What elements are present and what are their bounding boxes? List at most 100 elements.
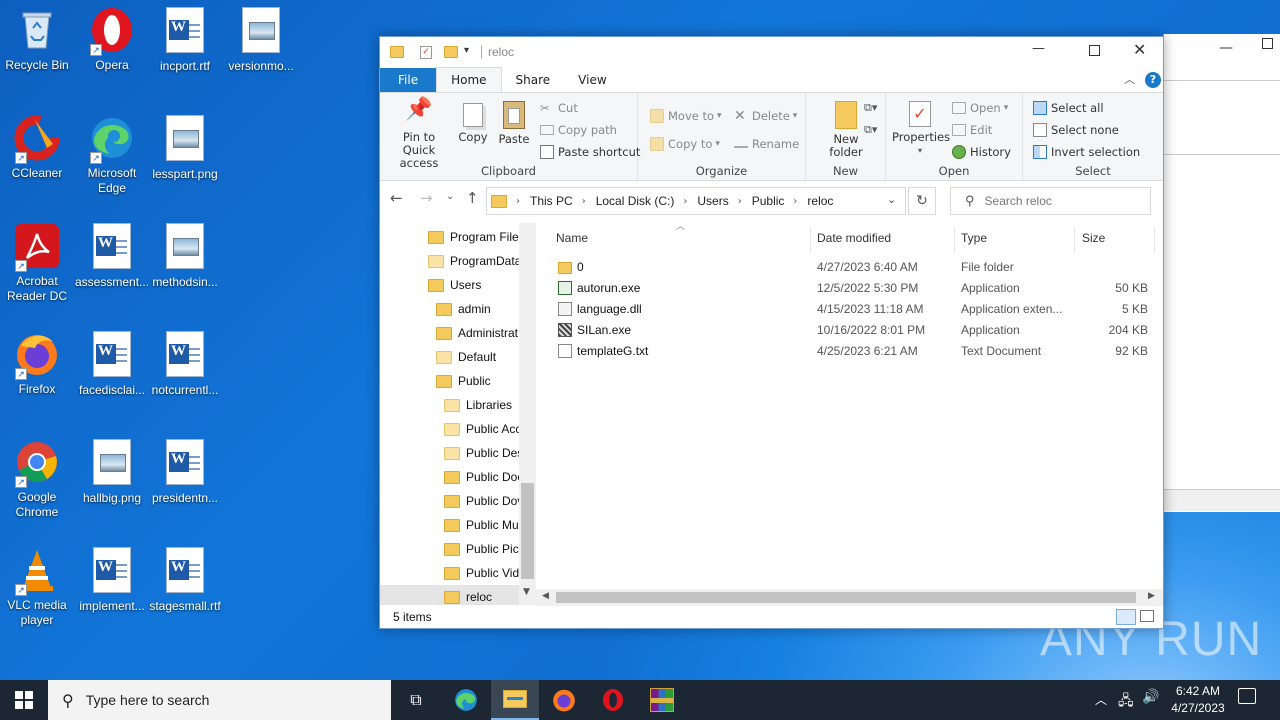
nav-tree-item[interactable]: Public Pict <box>444 537 522 561</box>
desktop-icon-ccleaner[interactable]: ↗ CCleaner <box>0 114 74 181</box>
minimize-icon[interactable]: — <box>1219 40 1233 56</box>
nav-tree-item[interactable]: Default <box>436 345 496 369</box>
nav-tree-item[interactable]: admin <box>436 297 491 321</box>
customize-toolbar-icon[interactable]: ▾ <box>464 45 469 56</box>
collapse-ribbon-icon[interactable]: ︿ <box>1124 71 1135 87</box>
maximize-icon[interactable] <box>1262 38 1273 49</box>
file-row[interactable]: language.dll 4/15/2023 11:18 AM Applicatio… <box>540 299 1162 320</box>
nav-tree-item[interactable]: Public <box>436 369 491 393</box>
chevron-down-icon[interactable]: ⌄ <box>887 193 896 206</box>
paste-shortcut-button[interactable]: Paste shortcut <box>540 145 640 159</box>
refresh-icon[interactable]: ↻ <box>908 187 936 215</box>
delete-button[interactable]: ✕ Delete ▾ <box>734 109 797 123</box>
up-icon[interactable]: ↑ <box>466 189 479 207</box>
desktop-icon-implement[interactable]: W implement... <box>75 546 149 614</box>
taskbar-search-box[interactable]: ⚲ Type here to search <box>48 680 391 720</box>
column-header-size[interactable]: Size <box>1082 231 1105 249</box>
copy-button[interactable]: Copy <box>454 103 492 144</box>
network-icon[interactable]: 🖧 <box>1118 690 1134 714</box>
nav-tree-item[interactable]: Public Doc <box>444 465 523 489</box>
scroll-down-icon[interactable]: ▼ <box>523 587 530 597</box>
recent-locations-icon[interactable]: ⌄ <box>446 191 454 202</box>
desktop-icon-lesspart[interactable]: lesspart.png <box>148 114 222 182</box>
title-bar[interactable]: ✓ ▾ reloc — ✕ <box>380 37 1163 67</box>
desktop-icon-facedisclai[interactable]: W facedisclai... <box>75 330 149 398</box>
history-button[interactable]: History <box>952 145 1011 159</box>
help-icon[interactable]: ? <box>1145 72 1161 88</box>
breadcrumb-item[interactable]: Local Disk (C:) <box>596 194 675 208</box>
new-folder-button[interactable]: New folder <box>824 101 868 159</box>
copy-to-button[interactable]: Copy to ▾ <box>650 137 720 151</box>
column-header-date[interactable]: Date modified <box>817 231 891 249</box>
maximize-button[interactable] <box>1089 45 1100 56</box>
select-all-button[interactable]: Select all <box>1033 101 1104 115</box>
breadcrumb-item[interactable]: Users <box>697 194 728 208</box>
tab-share[interactable]: Share <box>502 68 565 92</box>
desktop-icon-edge[interactable]: ↗ Microsoft Edge <box>75 114 149 196</box>
desktop-icon-incport[interactable]: W incport.rtf <box>148 6 222 74</box>
volume-icon[interactable]: 🔊 <box>1142 689 1159 705</box>
open-button[interactable]: Open ▾ <box>952 101 1008 115</box>
desktop-icon-methodsin[interactable]: methodsin... <box>148 222 222 290</box>
notifications-icon[interactable] <box>1238 688 1256 704</box>
search-box[interactable]: ⚲ Search reloc <box>950 187 1151 215</box>
desktop-icon-vlc[interactable]: ↗ VLC media player <box>0 546 74 628</box>
nav-tree-item[interactable]: Administrat <box>436 321 518 345</box>
nav-tree-item[interactable]: Public Vid <box>444 561 519 585</box>
minimize-button[interactable]: — <box>1032 41 1045 56</box>
desktop-icon-stagesmall[interactable]: W stagesmall.rtf <box>148 546 222 614</box>
desktop-icon-versionmo[interactable]: versionmo... <box>224 6 298 74</box>
nav-tree-item[interactable]: Libraries <box>444 393 512 417</box>
desktop-icon-hallbig[interactable]: hallbig.png <box>75 438 149 506</box>
desktop-icon-recycle-bin[interactable]: Recycle Bin <box>0 6 74 73</box>
breadcrumb-item[interactable]: reloc <box>807 194 833 208</box>
tab-view[interactable]: View <box>564 68 620 92</box>
task-view-button[interactable]: ⧉ <box>392 680 440 720</box>
paste-button[interactable]: Paste <box>496 101 532 146</box>
properties-quick-icon[interactable]: ✓ <box>420 46 432 59</box>
breadcrumb-item[interactable]: This PC <box>530 194 573 208</box>
taskbar-edge[interactable] <box>442 680 490 720</box>
nav-tree-item[interactable]: Public Dov <box>444 489 523 513</box>
file-explorer-window[interactable]: ✓ ▾ reloc — ✕ File Home Share View ︿ ? 📌… <box>379 36 1164 629</box>
navigation-pane[interactable]: Program Files ProgramData Users admin Admini… <box>380 223 536 605</box>
invert-selection-button[interactable]: Invert selection <box>1033 145 1140 159</box>
nav-tree-item[interactable]: reloc <box>380 585 536 605</box>
copy-path-button[interactable]: Copy path <box>540 123 617 137</box>
file-row[interactable]: 0 4/27/2023 6:40 AM File folder <box>540 257 1162 278</box>
move-to-button[interactable]: Move to ▾ <box>650 109 722 123</box>
back-icon[interactable]: ← <box>390 189 403 207</box>
desktop-icon-presidentn[interactable]: W presidentn... <box>148 438 222 506</box>
scroll-right-icon[interactable]: ▶ <box>1148 591 1155 601</box>
forward-icon[interactable]: → <box>420 189 433 207</box>
background-window[interactable]: — <box>1163 34 1280 512</box>
taskbar-firefox[interactable] <box>540 680 588 720</box>
file-list[interactable]: ︿ Name Date modified Type Size 0 4/27/202… <box>540 221 1162 587</box>
horizontal-scrollbar[interactable]: ◀ ▶ <box>536 589 1163 606</box>
properties-button[interactable]: ✓ Properties ▾ <box>892 101 950 157</box>
nav-scrollbar[interactable]: ▼ <box>519 223 536 605</box>
taskbar-file-explorer[interactable] <box>491 680 539 720</box>
breadcrumb-item[interactable]: Public <box>752 194 785 208</box>
tab-home[interactable]: Home <box>436 67 502 92</box>
large-icons-view-icon[interactable] <box>1140 610 1154 622</box>
desktop-icon-notcurrentl[interactable]: W notcurrentl... <box>148 330 222 398</box>
column-header-name[interactable]: Name <box>556 231 588 249</box>
details-view-icon[interactable] <box>1116 609 1136 625</box>
breadcrumb[interactable]: › This PC › Local Disk (C:) › Users › Pu… <box>486 187 906 215</box>
desktop-icon-assessment[interactable]: W assessment... <box>75 222 149 290</box>
select-none-button[interactable]: Select none <box>1033 123 1119 137</box>
show-hidden-icons[interactable]: ︿ <box>1095 691 1107 708</box>
new-folder-quick-icon[interactable] <box>444 46 464 58</box>
close-button[interactable]: ✕ <box>1133 40 1146 59</box>
taskbar-winrar[interactable] <box>638 680 686 720</box>
column-header-type[interactable]: Type <box>961 231 987 249</box>
nav-tree-item[interactable]: Users <box>428 273 481 297</box>
scrollbar-thumb[interactable] <box>521 483 534 579</box>
desktop-icon-opera[interactable]: ↗ Opera <box>75 6 149 73</box>
tab-file[interactable]: File <box>380 68 437 92</box>
edit-button[interactable]: Edit <box>952 123 992 137</box>
pin-quick-access-button[interactable]: 📌 Pin to Quick access <box>384 99 454 170</box>
scroll-left-icon[interactable]: ◀ <box>542 591 549 601</box>
easy-access-icon[interactable]: ⧉▾ <box>864 123 877 137</box>
